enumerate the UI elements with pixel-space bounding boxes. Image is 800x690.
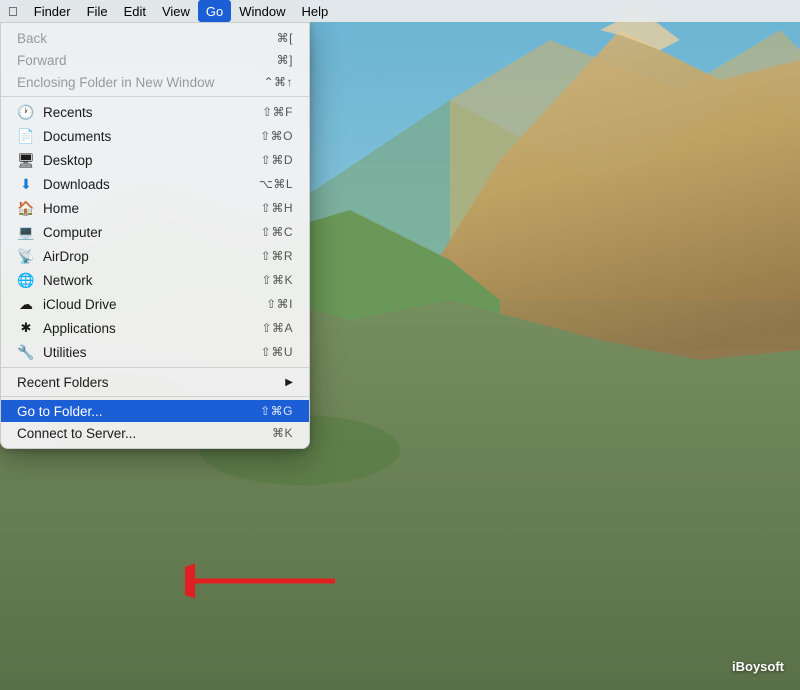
window-menu[interactable]: Window <box>231 0 293 22</box>
separator-3 <box>1 396 309 397</box>
menu-item-desktop[interactable]: 🖥 Desktop ⇧⌘D <box>1 148 309 172</box>
airdrop-icon: 📡 <box>17 247 35 265</box>
file-menu[interactable]: File <box>79 0 116 22</box>
applications-icon: ✱ <box>17 319 35 337</box>
utilities-icon: 🔧 <box>17 343 35 361</box>
home-icon: 🏠 <box>17 199 35 217</box>
icloud-icon: ☁ <box>17 295 35 313</box>
downloads-icon: ⬇ <box>17 175 35 193</box>
menu-item-airdrop[interactable]: 📡 AirDrop ⇧⌘R <box>1 244 309 268</box>
network-icon: 🌐 <box>17 271 35 289</box>
separator-1 <box>1 96 309 97</box>
menu-item-icloud[interactable]: ☁ iCloud Drive ⇧⌘I <box>1 292 309 316</box>
menu-item-computer[interactable]: 💻 Computer ⇧⌘C <box>1 220 309 244</box>
menubar:  Finder File Edit View Go Window Help <box>0 0 800 22</box>
view-menu[interactable]: View <box>154 0 198 22</box>
menu-item-network[interactable]: 🌐 Network ⇧⌘K <box>1 268 309 292</box>
recents-icon: 🕐 <box>17 103 35 121</box>
menu-item-utilities[interactable]: 🔧 Utilities ⇧⌘U <box>1 340 309 364</box>
menu-item-back[interactable]: Back ⌘[ <box>1 27 309 49</box>
finder-menu[interactable]: Finder <box>26 0 79 22</box>
menu-item-documents[interactable]: 📄 Documents ⇧⌘O <box>1 124 309 148</box>
computer-icon: 💻 <box>17 223 35 241</box>
help-menu[interactable]: Help <box>294 0 337 22</box>
menu-item-home[interactable]: 🏠 Home ⇧⌘H <box>1 196 309 220</box>
menu-item-connect-server[interactable]: Connect to Server... ⌘K <box>1 422 309 444</box>
menu-item-applications[interactable]: ✱ Applications ⇧⌘A <box>1 316 309 340</box>
documents-icon: 📄 <box>17 127 35 145</box>
menu-item-downloads[interactable]: ⬇ Downloads ⌥⌘L <box>1 172 309 196</box>
menu-item-forward[interactable]: Forward ⌘] <box>1 49 309 71</box>
desktop-icon: 🖥 <box>17 151 35 169</box>
separator-2 <box>1 367 309 368</box>
menu-item-enclosing[interactable]: Enclosing Folder in New Window ⌃⌘↑ <box>1 71 309 93</box>
iboysoft-watermark: iBoysoft <box>732 659 784 674</box>
edit-menu[interactable]: Edit <box>116 0 154 22</box>
menu-item-recent-folders[interactable]: Recent Folders <box>1 371 309 393</box>
menu-item-goto-folder[interactable]: Go to Folder... ⇧⌘G <box>1 400 309 422</box>
go-dropdown-menu: Back ⌘[ Forward ⌘] Enclosing Folder in N… <box>0 22 310 449</box>
apple-menu[interactable]:  <box>0 0 26 22</box>
go-menu[interactable]: Go <box>198 0 231 22</box>
menu-item-recents[interactable]: 🕐 Recents ⇧⌘F <box>1 100 309 124</box>
